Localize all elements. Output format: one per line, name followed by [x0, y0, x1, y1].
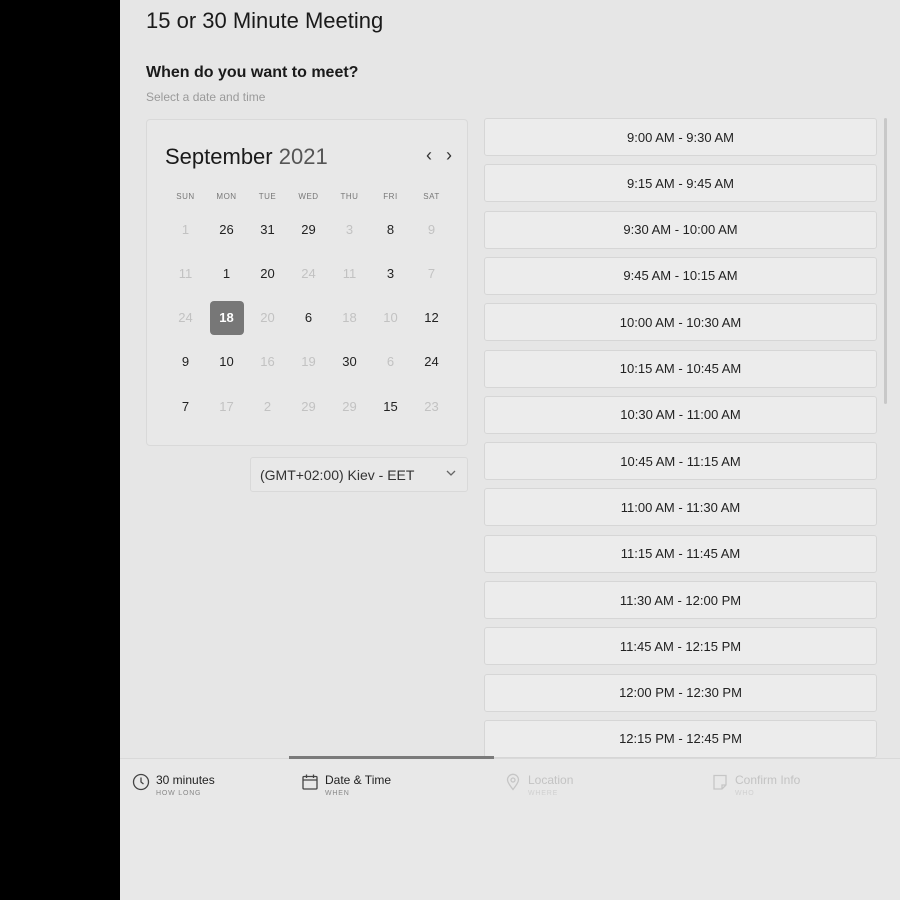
calendar-week: 9 10 16 19 30 6 24 — [165, 345, 455, 389]
calendar-day: 6 — [386, 354, 395, 370]
step-sublabel: WHEN — [325, 790, 350, 797]
calendar-day[interactable]: 29 — [288, 212, 329, 246]
time-slot-button[interactable]: 10:30 AM - 11:00 AM — [484, 395, 877, 434]
calendar-day: 9 — [427, 221, 436, 237]
calendar-day: 18 — [342, 310, 357, 326]
calendar-day[interactable]: 3 — [370, 256, 411, 290]
calendar-year: 2021 — [278, 144, 328, 169]
timezone-select[interactable]: (GMT+02:00) Kiev - EET — [250, 457, 468, 492]
weekday-label: THU — [340, 192, 359, 201]
step-tab-location[interactable]: Location WHERE — [504, 771, 654, 803]
booking-steps: 30 minutes HOW LONG Date & Time WHEN Loc… — [120, 756, 900, 900]
calendar-day: 2 — [263, 398, 272, 414]
left-black-panel — [0, 0, 120, 900]
calendar-day: 7 — [427, 265, 436, 281]
calendar-day[interactable]: 24 — [411, 345, 452, 379]
calendar-day: 24 — [301, 265, 316, 281]
calendar-week: 1 26 31 29 3 8 9 — [165, 212, 455, 256]
calendar: September 2021 ‹ › SUN MON TUE WED THU FRI SAT… — [146, 119, 468, 446]
calendar-day[interactable]: 26 — [206, 212, 247, 246]
step-label: Date & Time — [325, 773, 392, 787]
calendar-day: 19 — [301, 354, 316, 370]
calendar-week: 11 1 20 24 11 3 7 — [165, 256, 455, 300]
calendar-day[interactable]: 6 — [288, 301, 329, 335]
time-slot-button[interactable]: 11:15 AM - 11:45 AM — [484, 534, 877, 573]
step-label: Location — [528, 773, 574, 787]
step-label: 30 minutes — [156, 773, 215, 787]
calendar-day[interactable]: 30 — [329, 345, 370, 379]
step-tab-date-time[interactable]: Date & Time WHEN — [301, 771, 451, 803]
calendar-month: September — [165, 144, 273, 169]
step-sublabel: WHO — [735, 790, 755, 797]
active-step-indicator — [289, 756, 494, 759]
calendar-day: 29 — [342, 398, 357, 414]
weekday-label: TUE — [258, 192, 277, 201]
weekday-label: SUN — [176, 192, 195, 201]
calendar-day[interactable]: 15 — [370, 389, 411, 423]
time-slot-button[interactable]: 11:30 AM - 12:00 PM — [484, 581, 877, 619]
weekday-label: MON — [216, 192, 237, 201]
calendar-week: 7 17 2 29 29 15 23 — [165, 389, 455, 433]
calendar-day: 24 — [178, 310, 193, 326]
calendar-day: 20 — [260, 310, 275, 326]
calendar-day[interactable]: 20 — [247, 256, 288, 290]
step-sublabel: HOW LONG — [156, 790, 202, 797]
calendar-day: 29 — [301, 398, 316, 414]
calendar-day: 17 — [219, 398, 234, 414]
booking-page: 15 or 30 Minute Meeting When do you want… — [120, 0, 900, 900]
calendar-day: 16 — [260, 354, 275, 370]
step-label: Confirm Info — [735, 773, 801, 787]
weekday-label: SAT — [423, 192, 440, 201]
time-slot-button[interactable]: 10:45 AM - 11:15 AM — [484, 442, 877, 481]
time-slot-button[interactable]: 11:00 AM - 11:30 AM — [484, 488, 877, 527]
calendar-day: 1 — [181, 221, 190, 237]
calendar-day[interactable]: 7 — [165, 389, 206, 423]
time-slot-button[interactable]: 11:45 AM - 12:15 PM — [484, 627, 877, 666]
time-slot-button[interactable]: 9:30 AM - 10:00 AM — [484, 210, 877, 249]
day-grid: 1 26 31 29 3 8 9 11 1 20 24 11 3 7 24 18 20 6 18 10 12 9 10 16 1… — [165, 212, 455, 433]
time-slot-button[interactable]: 10:15 AM - 10:45 AM — [484, 349, 877, 388]
page-title: 15 or 30 Minute Meeting — [146, 8, 384, 33]
clock-icon — [132, 773, 150, 791]
time-slot-button[interactable]: 9:45 AM - 10:15 AM — [484, 256, 877, 295]
calendar-day[interactable]: 9 — [165, 345, 206, 379]
calendar-day[interactable]: 12 — [411, 301, 452, 335]
calendar-day[interactable]: 31 — [247, 212, 288, 246]
calendar-day: 23 — [424, 398, 439, 414]
calendar-day: 3 — [345, 221, 354, 237]
prev-month-button[interactable]: ‹ — [421, 146, 437, 166]
time-slot-button[interactable]: 10:00 AM - 10:30 AM — [484, 303, 877, 342]
step-tab-confirm[interactable]: Confirm Info WHO — [711, 771, 861, 803]
time-slot-button[interactable]: 9:00 AM - 9:30 AM — [484, 118, 877, 156]
calendar-icon — [301, 773, 319, 791]
calendar-day[interactable]: 1 — [206, 256, 247, 290]
time-slot-button[interactable]: 12:15 PM - 12:45 PM — [484, 719, 877, 758]
step-tab-duration[interactable]: 30 minutes HOW LONG — [132, 771, 282, 803]
calendar-day: 11 — [342, 265, 357, 281]
section-subtitle: Select a date and time — [146, 90, 266, 104]
time-slot-button[interactable]: 12:00 PM - 12:30 PM — [484, 673, 877, 712]
location-pin-icon — [504, 773, 522, 791]
weekday-label: WED — [298, 192, 319, 201]
calendar-day[interactable]: 8 — [370, 212, 411, 246]
calendar-week: 24 18 20 6 18 10 12 — [165, 300, 455, 345]
weekday-header: SUN MON TUE WED THU FRI SAT — [165, 192, 455, 201]
chevron-down-icon — [445, 467, 457, 482]
calendar-day[interactable]: 10 — [206, 345, 247, 379]
section-heading: When do you want to meet? — [146, 64, 359, 81]
weekday-label: FRI — [383, 192, 398, 201]
calendar-day: 10 — [383, 310, 398, 326]
timezone-value: (GMT+02:00) Kiev - EET — [260, 467, 415, 483]
calendar-month-year: September 2021 — [165, 144, 328, 170]
calendar-day-selected[interactable]: 18 — [209, 300, 244, 335]
slot-list-scrollbar[interactable] — [884, 118, 887, 404]
note-icon — [711, 773, 729, 791]
time-slot-button[interactable]: 9:15 AM - 9:45 AM — [484, 164, 877, 203]
calendar-day: 11 — [178, 265, 193, 281]
step-sublabel: WHERE — [528, 790, 559, 797]
next-month-button[interactable]: › — [441, 146, 457, 166]
